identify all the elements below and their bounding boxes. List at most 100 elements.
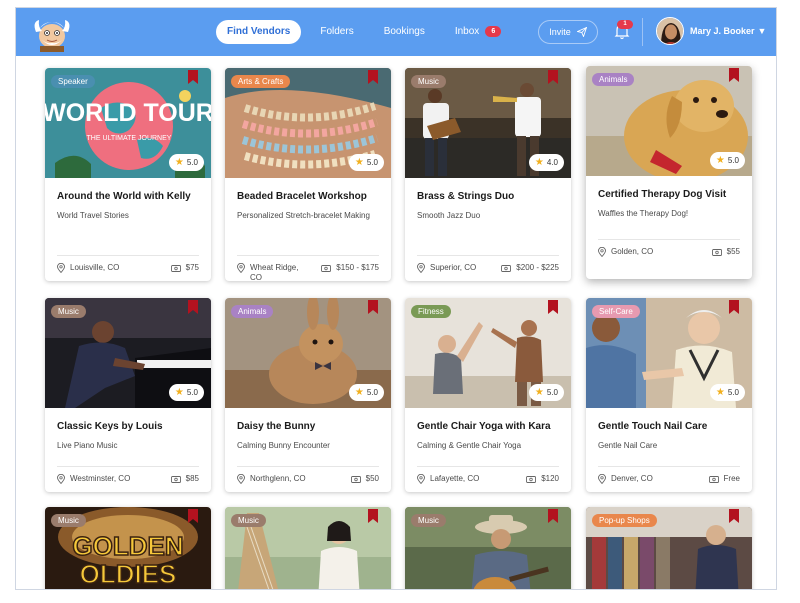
vendor-subtitle: Waffles the Therapy Dog! [598,209,689,218]
nav-folders[interactable]: Folders [309,20,364,44]
nav-find-vendors[interactable]: Find Vendors [216,20,302,44]
user-menu[interactable]: Mary J. Booker ▼ [690,26,766,36]
vendor-image: Pop-up Shops [586,507,752,589]
vendor-subtitle: Live Piano Music [57,441,118,450]
vendor-card[interactable]: WORLD TOUR THE ULTIMATE JOURNEY Speaker … [45,68,211,281]
star-icon: ★ [174,156,184,168]
vendor-card[interactable]: Music [405,507,571,589]
nav-inbox-label: Inbox [454,26,480,37]
bookmark-icon[interactable] [368,509,378,523]
vendor-price: $150 - $175 [336,263,379,272]
vendor-location: Lafayette, CO [430,474,480,483]
vendor-title[interactable]: Gentle Touch Nail Care [598,420,740,433]
bookmark-icon[interactable] [548,300,558,314]
vendor-subtitle: Personalized Stretch-bracelet Making [237,211,370,220]
rating-badge: ★ 5.0 [168,154,204,171]
bookmark-icon[interactable] [368,300,378,314]
nav-bookings-label: Bookings [383,26,425,37]
vendor-card[interactable]: Arts & Crafts ★ 5.0 Beaded Bracelet Works… [225,68,391,281]
vendor-footer: Westminster, CO $85 [57,466,199,484]
mascot-logo-icon[interactable] [30,12,74,52]
vendor-location: Westminster, CO [70,474,131,483]
vendor-image: Music [225,507,391,589]
rating-badge: ★ 5.0 [348,384,384,401]
bookmark-icon[interactable] [548,509,558,523]
vendor-footer: Wheat Ridge, CO $150 - $175 [237,255,379,281]
image-text-oldies: OLDIES [80,559,177,589]
vendor-image: Arts & Crafts ★ 5.0 [225,68,391,178]
vendor-card[interactable]: GOLDEN OLDIES Music [45,507,211,589]
nav-find-vendors-label: Find Vendors [227,26,291,37]
nav-bookings[interactable]: Bookings [373,20,436,44]
bookmark-icon[interactable] [729,300,739,314]
vendor-card[interactable]: Music ★ 4.0 Brass & Strings Duo Smooth Ja… [405,68,571,281]
vendor-card[interactable]: Animals ★ 5.0 Certified Therapy Dog Visit… [586,66,752,279]
vendor-card[interactable]: Pop-up Shops [586,507,752,589]
vendor-subtitle: Calming Bunny Encounter [237,441,330,450]
vendor-image: Self-Care ★ 5.0 [586,298,752,408]
location-pin-icon [57,474,65,484]
star-icon: ★ [354,156,364,168]
image-text-subtitle: THE ULTIMATE JOURNEY [87,135,172,142]
invite-button[interactable]: Invite [538,20,598,44]
rating-value: 5.0 [366,158,378,167]
category-tag: Music [51,305,86,318]
vendor-price: $75 [185,263,199,272]
money-icon [350,475,361,483]
vendor-title[interactable]: Beaded Bracelet Workshop [237,190,379,203]
star-icon: ★ [174,386,184,398]
vendor-location: Denver, CO [611,474,653,483]
category-tag: Fitness [411,305,451,318]
location-pin-icon [237,474,245,484]
vendor-grid: WORLD TOUR THE ULTIMATE JOURNEY Speaker … [16,56,776,589]
vendor-title[interactable]: Certified Therapy Dog Visit [598,188,740,201]
header-divider [642,18,643,46]
vendor-title[interactable]: Daisy the Bunny [237,420,379,433]
vendor-title[interactable]: Gentle Chair Yoga with Kara [417,420,559,433]
money-icon [170,264,181,272]
bookmark-icon[interactable] [368,70,378,84]
vendor-footer: Lafayette, CO $120 [417,466,559,484]
notification-count-badge: 1 [617,20,633,29]
bookmark-icon[interactable] [729,509,739,523]
vendor-price: $200 - $225 [516,263,559,272]
location-pin-icon [237,263,245,273]
bookmark-icon[interactable] [188,300,198,314]
user-avatar[interactable] [656,17,684,45]
bookmark-icon[interactable] [188,509,198,523]
vendor-price: Free [723,474,740,483]
category-tag: Self-Care [592,305,640,318]
vendor-card[interactable]: Music ★ 5.0 Classic Keys by Louis Live Pi… [45,298,211,492]
nav-inbox[interactable]: Inbox 6 [444,20,512,44]
category-tag: Animals [231,305,274,318]
vendor-image: Animals ★ 5.0 [225,298,391,408]
rating-value: 5.0 [366,388,378,397]
location-pin-icon [598,247,606,257]
invite-label: Invite [549,27,571,37]
vendor-card[interactable]: Fitness ★ 5.0 Gentle Chair Yoga with Kara… [405,298,571,492]
vendor-title[interactable]: Brass & Strings Duo [417,190,559,203]
vendor-image: Music ★ 5.0 [45,298,211,408]
vendor-subtitle: Smooth Jazz Duo [417,211,481,220]
rating-badge: ★ 4.0 [528,154,564,171]
location-pin-icon [417,474,425,484]
vendor-footer: Golden, CO $55 [598,239,740,257]
vendor-footer: Northglenn, CO $50 [237,466,379,484]
bookmark-icon[interactable] [188,70,198,84]
money-icon [170,475,181,483]
star-icon: ★ [715,386,725,398]
rating-badge: ★ 5.0 [709,384,745,401]
money-icon [321,264,332,272]
star-icon: ★ [534,156,544,168]
rating-badge: ★ 5.0 [168,384,204,401]
vendor-price: $120 [541,474,559,483]
vendor-title[interactable]: Around the World with Kelly [57,190,199,203]
vendor-title[interactable]: Classic Keys by Louis [57,420,199,433]
bookmark-icon[interactable] [548,70,558,84]
rating-value: 5.0 [727,156,739,165]
vendor-location: Northglenn, CO [250,474,306,483]
vendor-card[interactable]: Self-Care ★ 5.0 Gentle Touch Nail Care Ge… [586,298,752,492]
vendor-card[interactable]: Music [225,507,391,589]
vendor-card[interactable]: Animals ★ 5.0 Daisy the Bunny Calming Bun… [225,298,391,492]
bookmark-icon[interactable] [729,68,739,82]
